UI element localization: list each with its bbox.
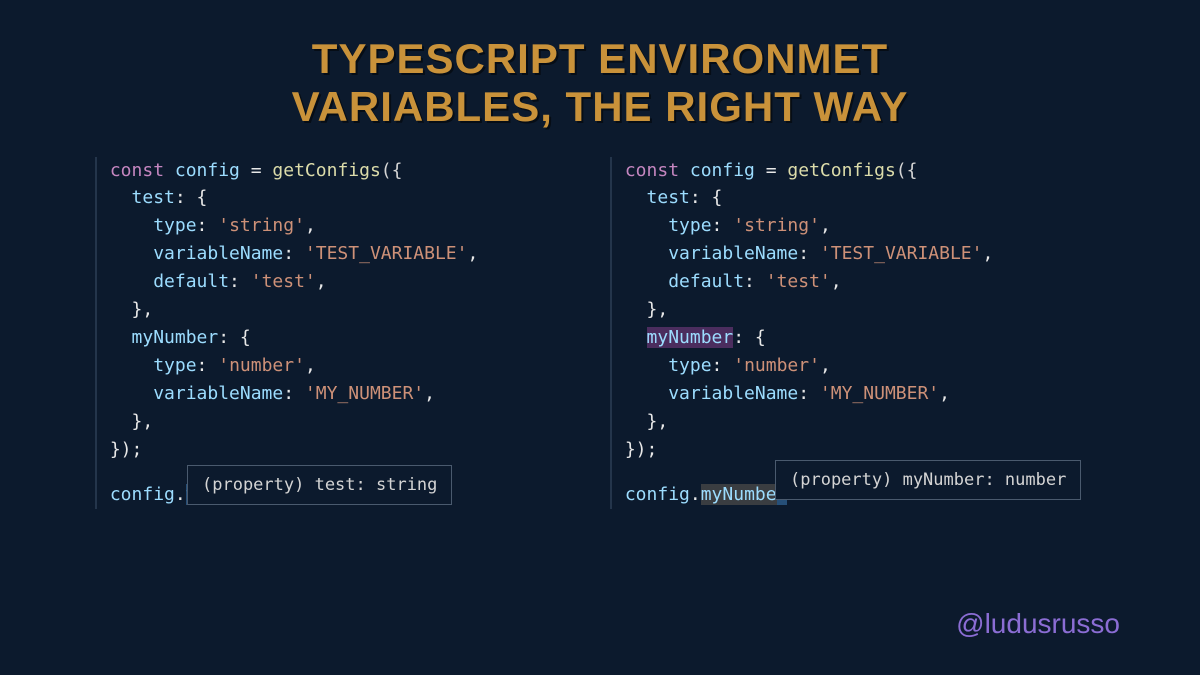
val-string: 'string': [218, 215, 305, 236]
close-all-r: });: [625, 439, 658, 460]
val-testvar: 'TEST_VARIABLE': [305, 243, 468, 264]
close-brace2: },: [132, 411, 154, 432]
val-number-r: 'number': [733, 355, 820, 376]
page-title: TYPESCRIPT ENVIRONMET VARIABLES, THE RIG…: [0, 0, 1200, 157]
colon-brace: : {: [175, 187, 208, 208]
open-paren: ({: [381, 160, 403, 181]
fn-getconfigs: getConfigs: [272, 160, 380, 181]
val-testvar-r: 'TEST_VARIABLE': [820, 243, 983, 264]
prop-mynumber-r: myNumber: [647, 327, 734, 348]
eq: =: [240, 160, 273, 181]
dot: .: [175, 484, 186, 505]
prop-type: type: [153, 215, 196, 236]
val-mynumber: 'MY_NUMBER': [305, 383, 424, 404]
title-line2: VARIABLES, THE RIGHT WAY: [292, 83, 909, 130]
close-all: });: [110, 439, 143, 460]
colon-brace2-r: : {: [733, 327, 766, 348]
prop-type-r: type: [668, 215, 711, 236]
kw-const-r: const: [625, 160, 679, 181]
colon-brace2: : {: [218, 327, 251, 348]
prop-test-r: test: [647, 187, 690, 208]
open-paren-r: ({: [896, 160, 918, 181]
dot-r: .: [690, 484, 701, 505]
prop-default-r: default: [668, 271, 744, 292]
prop-variablename2: variableName: [153, 383, 283, 404]
var-config: config: [175, 160, 240, 181]
author-handle: @ludusrusso: [956, 608, 1120, 640]
colon-brace-r: : {: [690, 187, 723, 208]
code-block-left: const config = getConfigs({ test: { type…: [95, 157, 590, 510]
prop-type2: type: [153, 355, 196, 376]
close-brace1-r: },: [647, 299, 669, 320]
prop-variablename-r: variableName: [668, 243, 798, 264]
config-ref: config: [110, 484, 175, 505]
val-string-r: 'string': [733, 215, 820, 236]
prop-default: default: [153, 271, 229, 292]
kw-const: const: [110, 160, 164, 181]
prop-mynumber: myNumber: [132, 327, 219, 348]
eq-r: =: [755, 160, 788, 181]
prop-type2-r: type: [668, 355, 711, 376]
val-mynumber-r: 'MY_NUMBER': [820, 383, 939, 404]
close-brace1: },: [132, 299, 154, 320]
prop-variablename2-r: variableName: [668, 383, 798, 404]
tooltip-right: (property) myNumber: number: [775, 460, 1081, 500]
val-test: 'test': [251, 271, 316, 292]
code-container: const config = getConfigs({ test: { type…: [0, 157, 1200, 510]
var-config-r: config: [690, 160, 755, 181]
code-block-right: const config = getConfigs({ test: { type…: [610, 157, 1105, 510]
title-line1: TYPESCRIPT ENVIRONMET: [312, 35, 888, 82]
config-ref-r: config: [625, 484, 690, 505]
tooltip-text: (property) test: string: [202, 475, 437, 495]
prop-variablename: variableName: [153, 243, 283, 264]
tooltip-text-r: (property) myNumber: number: [790, 470, 1066, 490]
val-test-r: 'test': [766, 271, 831, 292]
tooltip-left: (property) test: string: [187, 465, 452, 505]
prop-test: test: [132, 187, 175, 208]
fn-getconfigs-r: getConfigs: [787, 160, 895, 181]
val-number: 'number': [218, 355, 305, 376]
close-brace2-r: },: [647, 411, 669, 432]
prop-ref-mynumber: myNumbe: [701, 484, 777, 505]
